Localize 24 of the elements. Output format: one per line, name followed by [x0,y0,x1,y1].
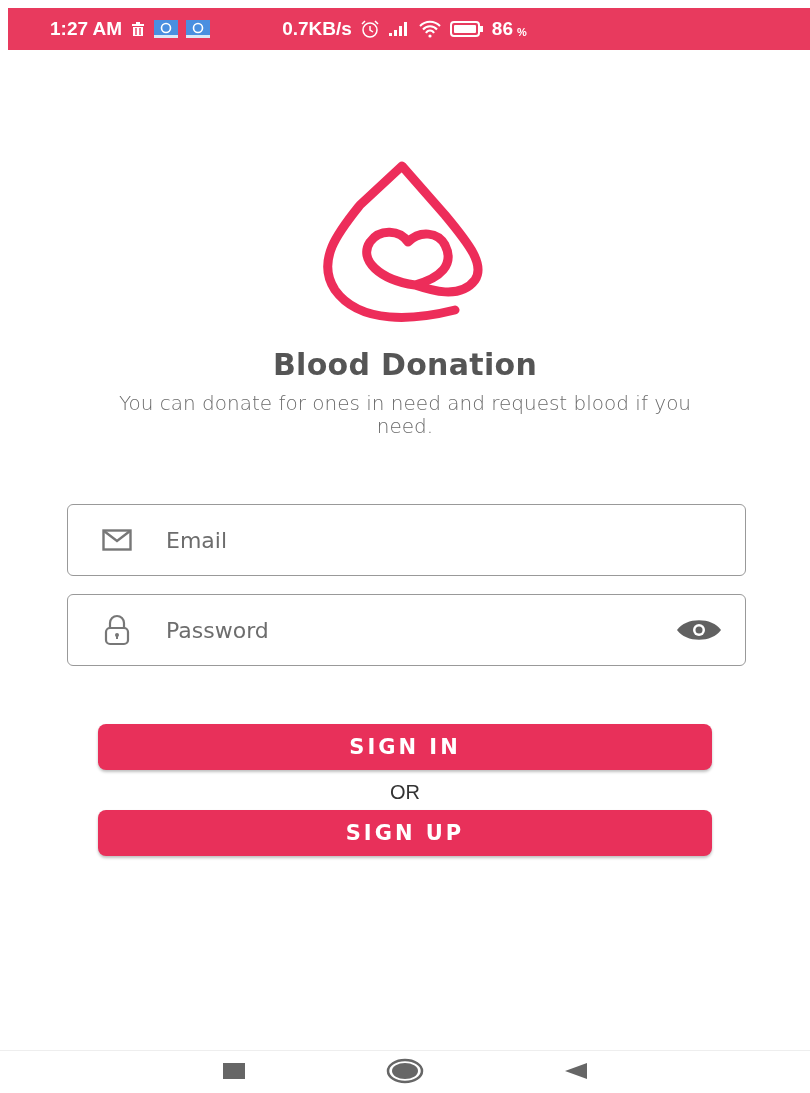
battery-level: 86 [491,18,513,40]
show-password-icon[interactable] [676,619,722,641]
app-subtitle: You can donate for ones in need and request blood if you need. [117,392,693,438]
alarm-icon [359,19,380,39]
app-icon [186,20,211,38]
email-field[interactable]: Email [67,504,746,576]
home-icon[interactable] [386,1058,424,1084]
battery-icon [449,21,484,37]
mail-icon [102,529,132,551]
signal-icon [387,21,410,37]
or-separator: OR [390,780,420,804]
percent-sign: % [517,25,527,38]
status-time: 1:27 AM [50,18,123,40]
back-icon[interactable] [564,1061,588,1081]
lock-icon [104,614,130,646]
wifi-icon [417,20,442,38]
trash-icon [130,21,147,37]
app-icon [154,20,179,38]
password-field[interactable]: Password [67,594,746,666]
recents-icon[interactable] [222,1061,246,1081]
sign-in-button[interactable]: SIGN IN [98,724,712,770]
sign-up-button[interactable]: SIGN UP [98,810,712,856]
app-title: Blood Donation [272,347,538,382]
network-speed: 0.7KB/s [282,18,352,40]
